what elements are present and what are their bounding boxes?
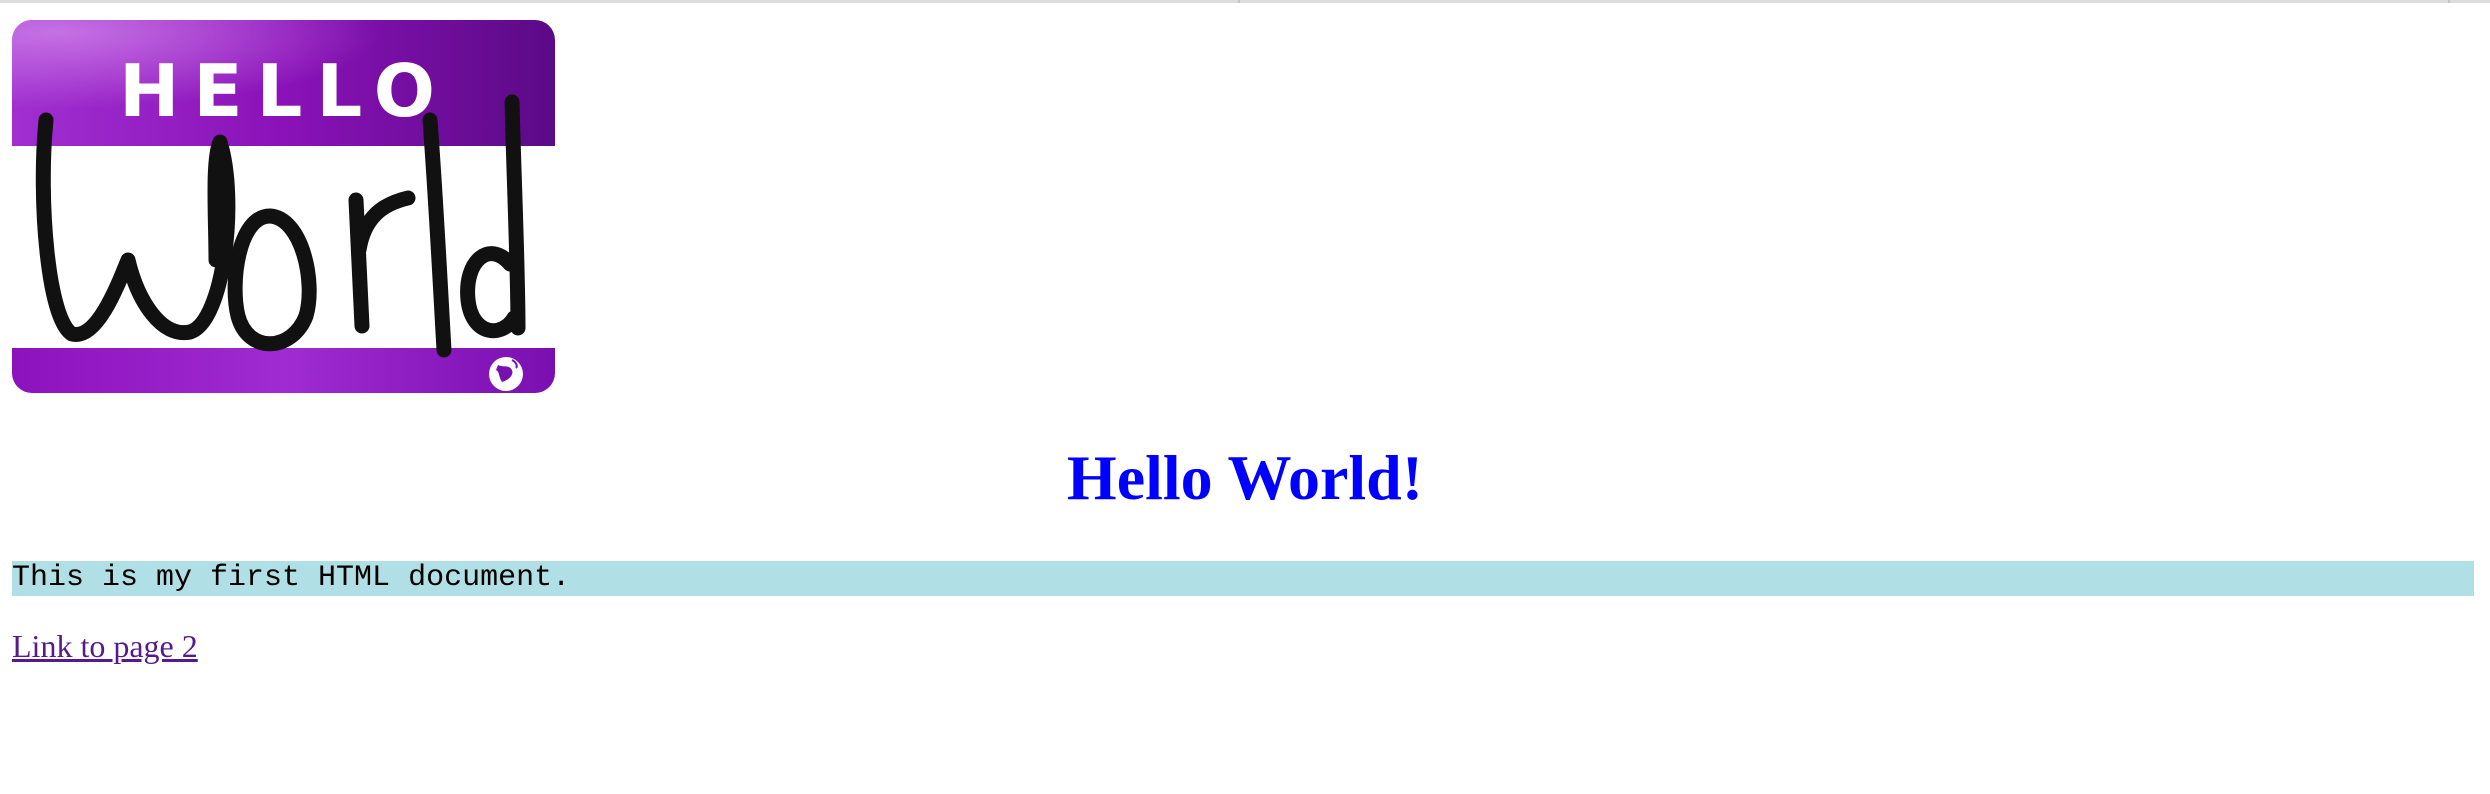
link-paragraph: Link to page 2 [12,624,198,668]
logo-hello-text: HELLO [119,49,449,133]
border-tick-center [1238,0,1240,3]
globe-icon [489,357,523,391]
page-2-link[interactable]: Link to page 2 [12,628,198,664]
page-heading: Hello World! [1066,442,1424,513]
browser-top-border [0,0,2490,3]
border-tick-right [2448,0,2450,3]
intro-paragraph: This is my first HTML document. [12,561,2474,596]
hello-world-logo-image: HELLO [12,20,555,393]
